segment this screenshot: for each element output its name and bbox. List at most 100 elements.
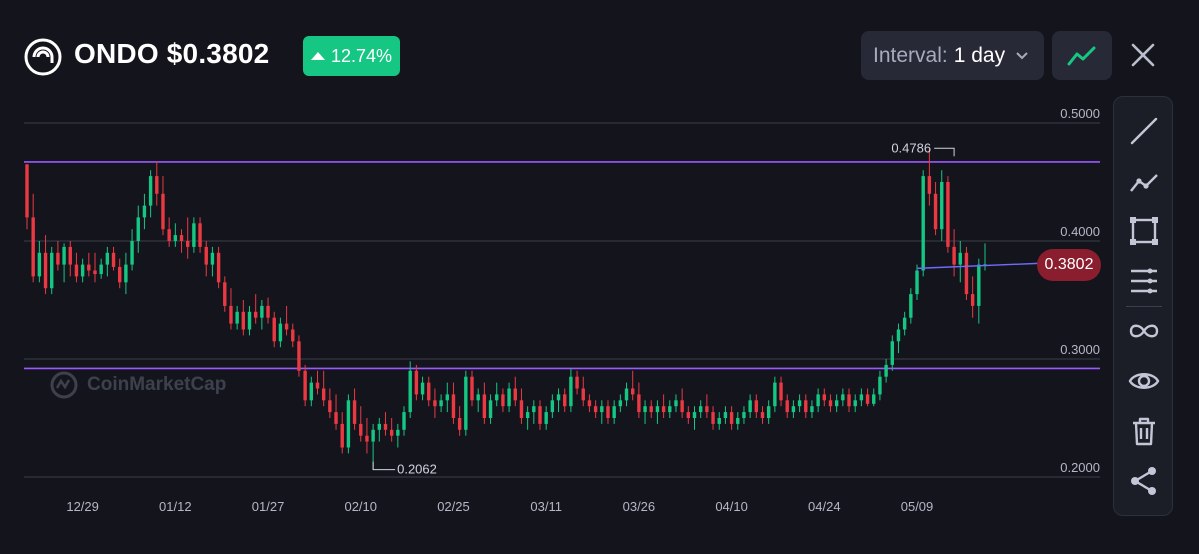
watermark-text: CoinMarketCap xyxy=(87,374,227,395)
candle-body xyxy=(111,252,116,267)
candle-body xyxy=(717,418,721,424)
y-tick-label: 0.4000 xyxy=(1060,224,1100,239)
candle-body xyxy=(204,246,208,265)
candle-body xyxy=(841,394,845,401)
candle-body xyxy=(729,412,734,424)
annotation-leader xyxy=(372,461,396,471)
candle-body xyxy=(785,400,789,413)
candle-body xyxy=(359,423,363,436)
candle-body xyxy=(43,252,48,289)
candle-body xyxy=(705,406,709,413)
candle-body xyxy=(321,388,326,401)
x-tick-label: 12/29 xyxy=(66,499,99,514)
candle-body xyxy=(482,394,487,418)
candle-body xyxy=(896,329,901,342)
horizontal-lines-icon[interactable] xyxy=(1128,265,1160,297)
candle-body xyxy=(797,400,802,407)
candle-body xyxy=(25,164,29,218)
candle-body xyxy=(216,252,221,283)
candle-body xyxy=(779,382,783,401)
candle-body xyxy=(587,400,592,407)
candle-body xyxy=(977,264,981,306)
candle-body xyxy=(68,246,72,265)
candle-body xyxy=(872,394,876,404)
candle-body xyxy=(62,246,66,265)
candle-body xyxy=(970,294,975,306)
trend-line-icon[interactable] xyxy=(1128,115,1160,147)
price-chart[interactable]: 0.5000 0.4000 0.3000 0.2000 12/29 01/12 01/27 0… xyxy=(0,0,1105,554)
candle-body xyxy=(185,241,190,247)
annotation-high-label: 0.4786 xyxy=(891,140,931,155)
candle-body xyxy=(37,252,42,277)
candle-body xyxy=(810,406,814,413)
share-icon[interactable] xyxy=(1128,465,1160,497)
candle-body xyxy=(593,406,598,413)
candle-body xyxy=(476,394,480,401)
candle-body xyxy=(606,406,610,418)
y-tick-label: 0.3000 xyxy=(1060,342,1100,357)
candle-body xyxy=(940,182,944,230)
candle-body xyxy=(649,406,653,413)
trash-icon[interactable] xyxy=(1128,415,1160,447)
candle-body xyxy=(148,176,153,206)
candle-body xyxy=(538,406,542,424)
drawing-toolbar xyxy=(1113,96,1173,516)
candle-body xyxy=(822,394,827,401)
candle-body xyxy=(742,412,746,418)
candle-body xyxy=(136,217,140,241)
candle-body xyxy=(853,400,857,407)
x-tick-label: 03/11 xyxy=(530,499,562,514)
candle-body xyxy=(884,364,888,377)
candle-body xyxy=(235,311,239,324)
candle-body xyxy=(445,394,449,401)
candle-body xyxy=(791,406,796,413)
candle-body xyxy=(550,400,555,413)
candle-body xyxy=(495,394,499,401)
candle-body xyxy=(933,193,938,230)
candle-body xyxy=(383,423,388,430)
x-tick-label: 04/24 xyxy=(808,499,841,514)
candle-body xyxy=(334,412,338,424)
candle-body xyxy=(754,400,759,413)
candle-body xyxy=(167,229,171,241)
infinity-icon[interactable] xyxy=(1128,315,1160,347)
close-icon[interactable] xyxy=(1128,40,1158,70)
candle-body xyxy=(859,394,864,401)
candle-body xyxy=(544,412,548,424)
candle-body xyxy=(346,400,351,448)
candle-body xyxy=(414,370,419,395)
candle-body xyxy=(192,223,196,247)
candle-body xyxy=(519,400,524,418)
candle-body xyxy=(130,241,134,265)
candle-body xyxy=(736,418,740,424)
candle-body xyxy=(161,193,165,230)
candle-body xyxy=(958,252,962,265)
candle-body xyxy=(723,412,728,418)
polyline-icon[interactable] xyxy=(1128,167,1160,199)
candle-body xyxy=(865,394,870,404)
candle-body xyxy=(643,406,647,413)
candle-body xyxy=(501,394,505,407)
candle-body xyxy=(451,394,456,418)
candle-body xyxy=(210,252,215,265)
candle-body xyxy=(692,412,697,418)
candle-body xyxy=(834,400,839,407)
candle-body xyxy=(686,412,691,418)
rectangle-icon[interactable] xyxy=(1128,215,1160,247)
candle-body xyxy=(816,394,820,407)
candle-body xyxy=(198,223,202,247)
x-tick-label: 03/26 xyxy=(623,499,656,514)
candle-body xyxy=(637,394,641,413)
candle-body xyxy=(50,252,54,289)
candle-body xyxy=(118,266,122,283)
x-tick-label: 05/09 xyxy=(901,499,934,514)
candle-body xyxy=(87,264,91,271)
candle-body xyxy=(328,400,332,413)
candle-body xyxy=(427,382,431,401)
eye-icon[interactable] xyxy=(1128,365,1160,397)
candle-body xyxy=(470,376,474,401)
candle-body xyxy=(241,311,246,330)
candle-body xyxy=(74,264,79,277)
candle-body xyxy=(272,317,276,342)
candle-body xyxy=(142,205,147,218)
